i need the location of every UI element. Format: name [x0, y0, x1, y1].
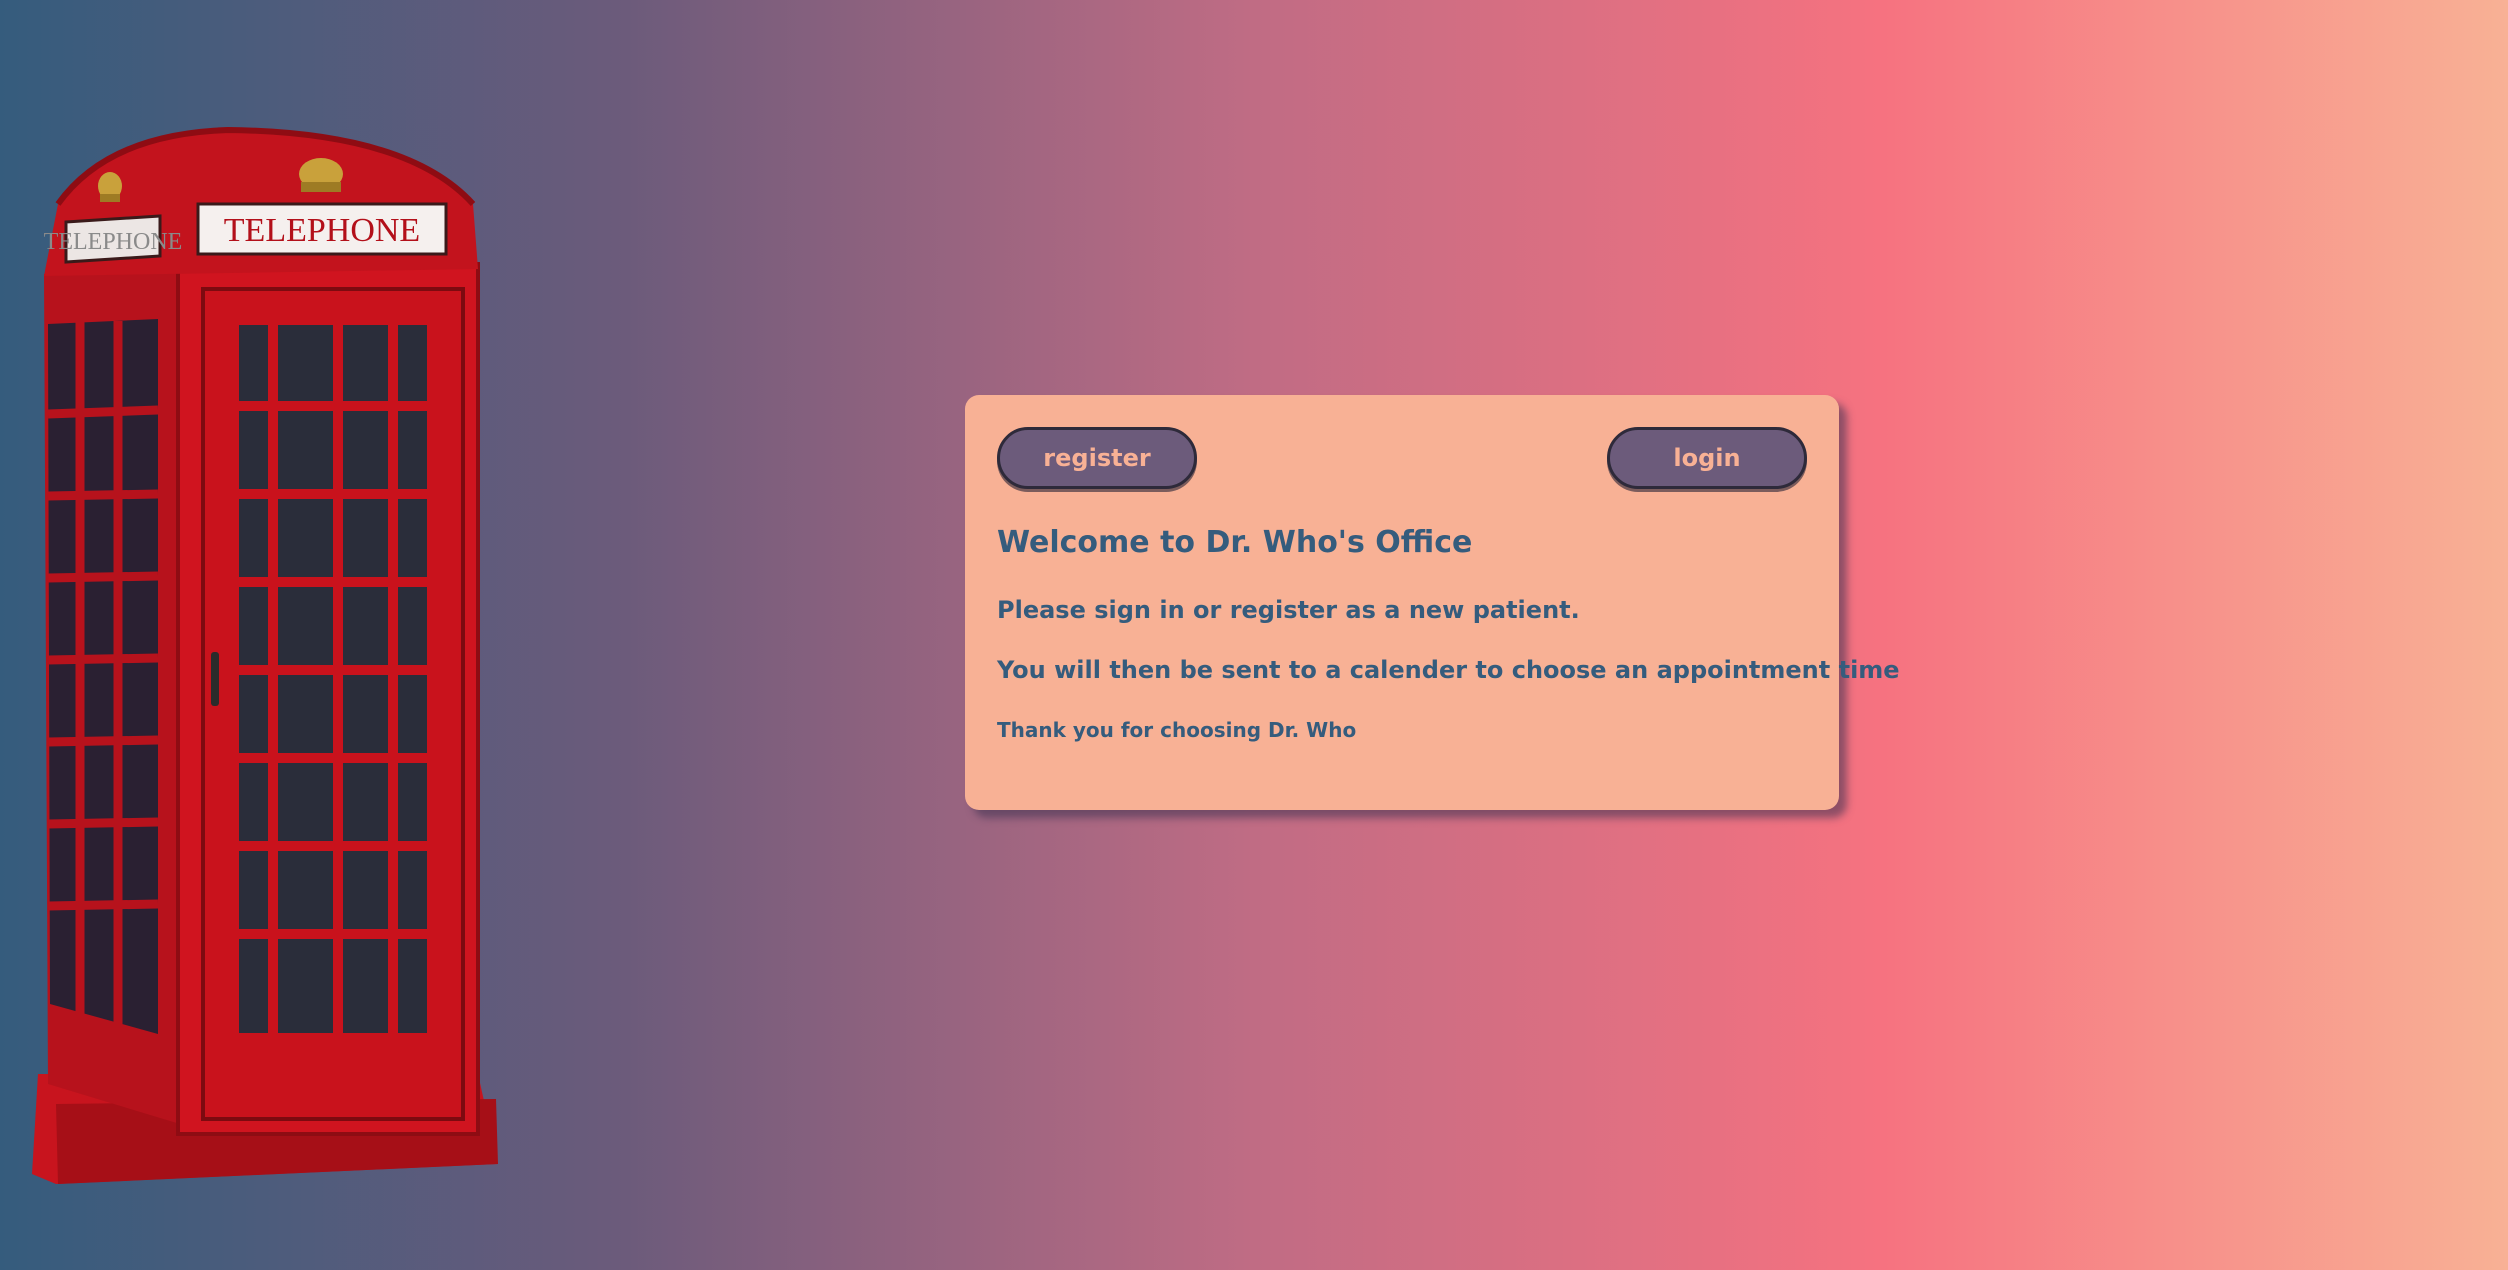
thank-you-text: Thank you for choosing Dr. Who	[997, 718, 1357, 742]
page-title: Welcome to Dr. Who's Office	[997, 525, 1473, 560]
welcome-card: register login Welcome to Dr. Who's Offi…	[965, 395, 1900, 810]
login-button[interactable]: login	[1607, 427, 1807, 489]
telephone-booth-image: TELEPHONE TELEPHONE	[32, 126, 498, 1184]
calendar-info-text: You will then be sent to a calender to c…	[997, 656, 1900, 684]
register-button[interactable]: register	[997, 427, 1197, 489]
crown-icon	[299, 158, 343, 192]
door-handle	[211, 652, 219, 706]
telephone-sign-front: TELEPHONE	[224, 212, 420, 249]
crown-icon	[98, 172, 122, 202]
button-row: register login	[997, 427, 1807, 489]
telephone-sign-left: TELEPHONE	[44, 229, 183, 255]
instruction-text: Please sign in or register as a new pati…	[997, 596, 1580, 624]
